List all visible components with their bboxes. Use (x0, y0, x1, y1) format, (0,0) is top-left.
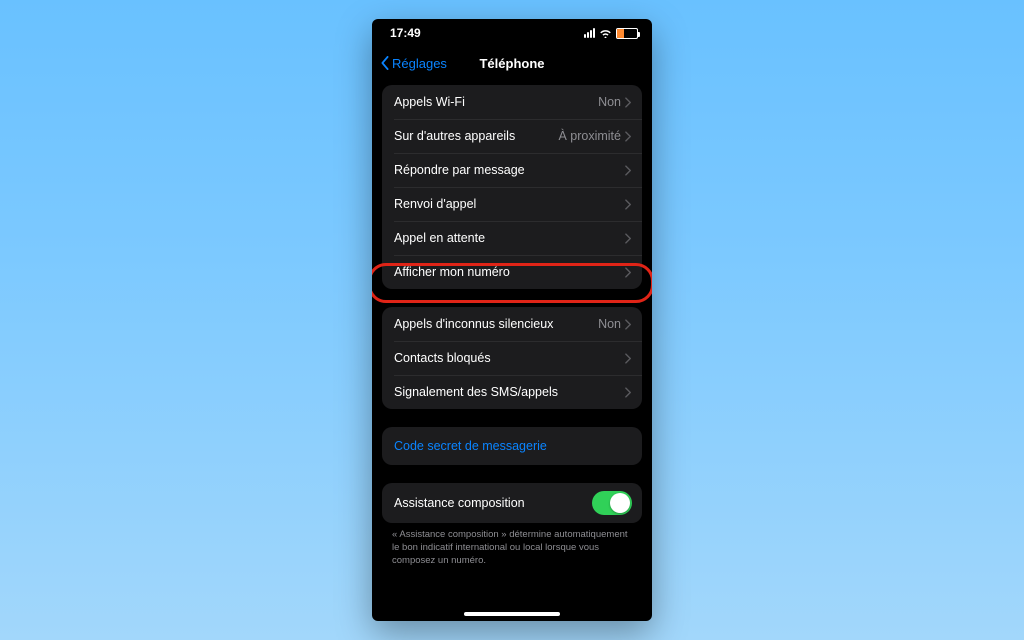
settings-group-calls: Appels Wi-Fi Non Sur d'autres appareils … (382, 85, 642, 289)
row-label: Sur d'autres appareils (394, 129, 558, 143)
row-label: Code secret de messagerie (394, 439, 632, 453)
battery-icon (616, 28, 638, 39)
chevron-right-icon (625, 267, 632, 278)
back-label: Réglages (392, 56, 447, 71)
chevron-right-icon (625, 97, 632, 108)
row-value: Non (598, 95, 621, 109)
settings-group-dial-assist: Assistance composition (382, 483, 642, 523)
row-label: Répondre par message (394, 163, 625, 177)
chevron-left-icon (380, 56, 390, 70)
settings-group-voicemail: Code secret de messagerie (382, 427, 642, 465)
dial-assist-toggle[interactable] (592, 491, 632, 515)
chevron-right-icon (625, 387, 632, 398)
row-label: Appels d'inconnus silencieux (394, 317, 598, 331)
settings-group-silence: Appels d'inconnus silencieux Non Contact… (382, 307, 642, 409)
row-dial-assist: Assistance composition (382, 483, 642, 523)
row-label: Signalement des SMS/appels (394, 385, 625, 399)
dial-assist-footer: « Assistance composition » détermine aut… (372, 523, 652, 567)
row-label: Appel en attente (394, 231, 625, 245)
settings-content: Appels Wi-Fi Non Sur d'autres appareils … (372, 79, 652, 587)
row-silence-unknown[interactable]: Appels d'inconnus silencieux Non (382, 307, 642, 341)
row-show-my-caller-id[interactable]: Afficher mon numéro (382, 255, 642, 289)
chevron-right-icon (625, 353, 632, 364)
nav-bar: Réglages Téléphone (372, 47, 652, 79)
row-label: Contacts bloqués (394, 351, 625, 365)
status-right (584, 28, 638, 39)
row-label: Afficher mon numéro (394, 265, 625, 279)
row-call-forwarding[interactable]: Renvoi d'appel (382, 187, 642, 221)
home-indicator (464, 612, 560, 616)
row-respond-with-text[interactable]: Répondre par message (382, 153, 642, 187)
row-call-waiting[interactable]: Appel en attente (382, 221, 642, 255)
chevron-right-icon (625, 319, 632, 330)
row-label: Appels Wi-Fi (394, 95, 598, 109)
status-bar: 17:49 (372, 19, 652, 47)
row-blocked-contacts[interactable]: Contacts bloqués (382, 341, 642, 375)
row-sms-call-reporting[interactable]: Signalement des SMS/appels (382, 375, 642, 409)
row-other-devices[interactable]: Sur d'autres appareils À proximité (382, 119, 642, 153)
back-button[interactable]: Réglages (380, 56, 447, 71)
chevron-right-icon (625, 131, 632, 142)
row-label: Renvoi d'appel (394, 197, 625, 211)
chevron-right-icon (625, 199, 632, 210)
cellular-signal-icon (584, 28, 595, 38)
row-value: À proximité (558, 129, 621, 143)
chevron-right-icon (625, 233, 632, 244)
row-wifi-calling[interactable]: Appels Wi-Fi Non (382, 85, 642, 119)
chevron-right-icon (625, 165, 632, 176)
wifi-icon (599, 28, 612, 38)
row-value: Non (598, 317, 621, 331)
row-label: Assistance composition (394, 496, 592, 510)
phone-frame: 17:49 Réglages Téléphone Appels Wi-Fi No… (372, 19, 652, 621)
row-voicemail-password[interactable]: Code secret de messagerie (382, 427, 642, 465)
status-time: 17:49 (390, 26, 421, 40)
